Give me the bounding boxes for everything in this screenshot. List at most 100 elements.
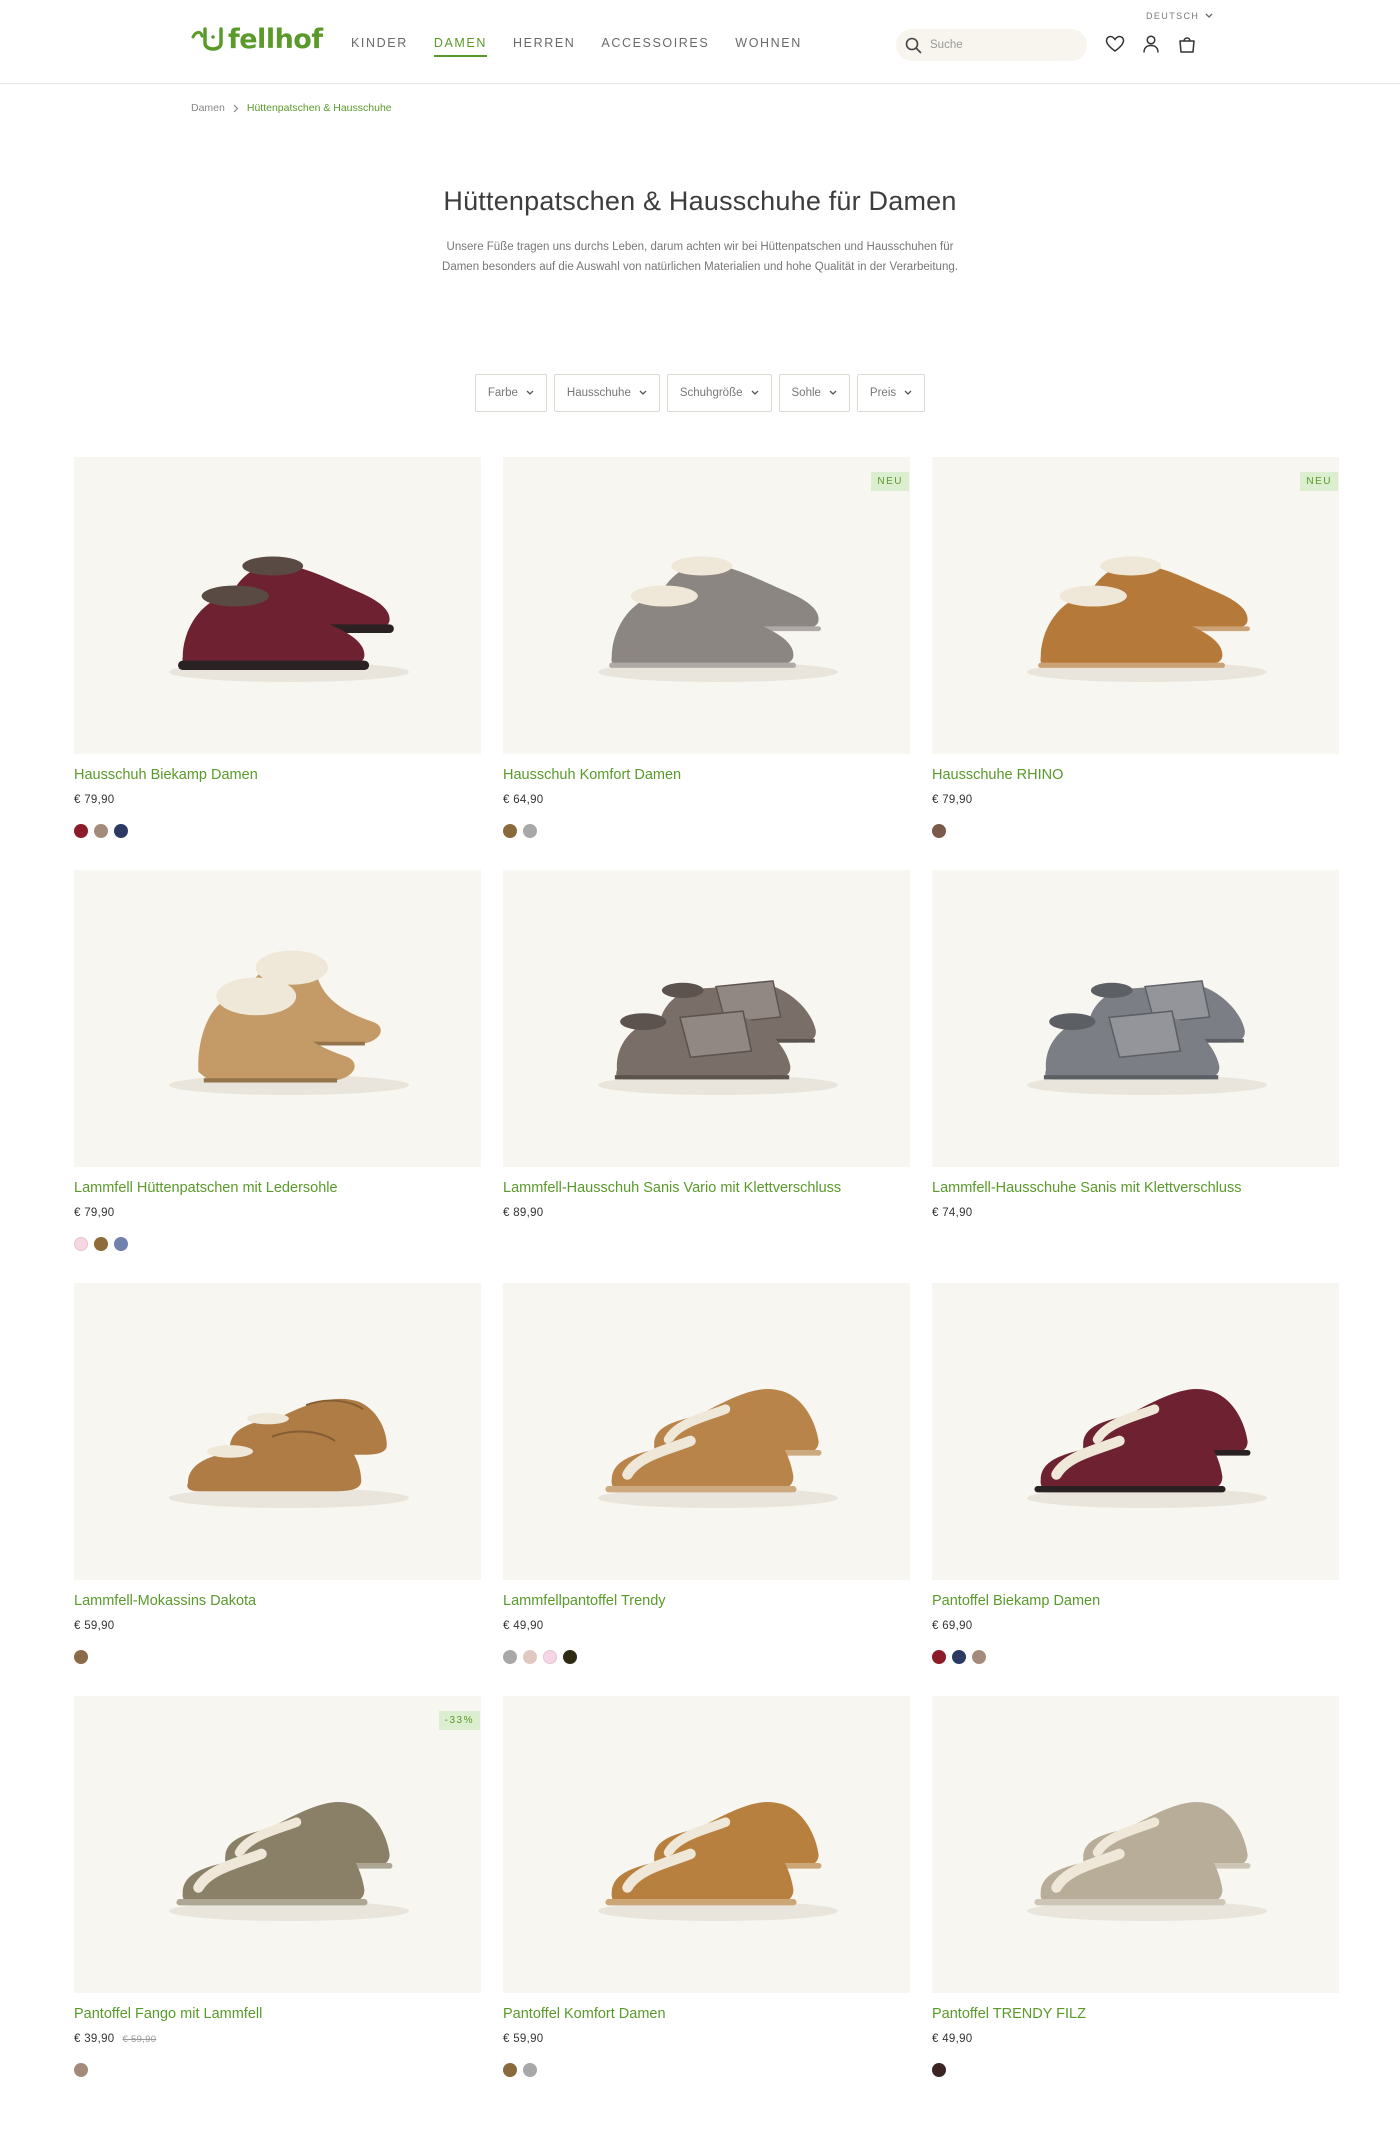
language-label: DEUTSCH bbox=[1146, 11, 1200, 21]
color-swatches bbox=[932, 1650, 986, 1664]
nav-accessoires[interactable]: ACCESSOIRES bbox=[601, 36, 709, 57]
product-card[interactable]: Pantoffel Biekamp Damen € 69,90 bbox=[932, 1283, 1339, 1683]
color-swatch[interactable] bbox=[114, 824, 128, 838]
filter-farbe[interactable]: Farbe bbox=[474, 374, 547, 412]
heart-icon[interactable] bbox=[1105, 34, 1125, 54]
product-name[interactable]: Lammfell-Mokassins Dakota bbox=[74, 1593, 256, 1609]
filter-hausschuhe[interactable]: Hausschuhe bbox=[553, 374, 660, 412]
product-price: € 64,90 bbox=[503, 794, 544, 806]
product-name[interactable]: Lammfell-Hausschuh Sanis Vario mit Klett… bbox=[503, 1180, 841, 1196]
color-swatch[interactable] bbox=[74, 2063, 88, 2077]
color-swatch[interactable] bbox=[503, 824, 517, 838]
search-icon[interactable] bbox=[905, 37, 922, 54]
product-card[interactable]: Pantoffel Komfort Damen € 59,90 bbox=[503, 1696, 910, 2096]
product-image[interactable] bbox=[74, 457, 481, 754]
product-image[interactable] bbox=[932, 1283, 1339, 1580]
product-image[interactable] bbox=[932, 870, 1339, 1167]
product-name[interactable]: Pantoffel Biekamp Damen bbox=[932, 1593, 1100, 1609]
product-image[interactable] bbox=[503, 1283, 910, 1580]
product-name[interactable]: Pantoffel Fango mit Lammfell bbox=[74, 2006, 262, 2022]
color-swatch[interactable] bbox=[523, 1650, 537, 1664]
color-swatches bbox=[932, 824, 946, 838]
product-image[interactable] bbox=[932, 1696, 1339, 1993]
bag-icon[interactable] bbox=[1177, 34, 1197, 54]
shoe-photo bbox=[169, 1801, 409, 1921]
product-card[interactable]: NEU Hausschuhe RHINO € 79,90 bbox=[932, 457, 1339, 857]
chevron-down-icon bbox=[1205, 13, 1213, 18]
color-swatch[interactable] bbox=[543, 1650, 557, 1664]
product-image[interactable]: NEU bbox=[503, 457, 910, 754]
search-input[interactable] bbox=[930, 39, 1070, 51]
shoe-photo bbox=[169, 950, 409, 1095]
product-badge: NEU bbox=[871, 472, 909, 491]
breadcrumb: Damen Hüttenpatschen & Hausschuhe bbox=[191, 102, 392, 114]
product-name[interactable]: Hausschuh Komfort Damen bbox=[503, 767, 681, 783]
color-swatch[interactable] bbox=[932, 1650, 946, 1664]
color-swatches bbox=[932, 2063, 946, 2077]
nav-herren[interactable]: HERREN bbox=[513, 36, 575, 57]
color-swatch[interactable] bbox=[74, 1650, 88, 1664]
color-swatch[interactable] bbox=[932, 2063, 946, 2077]
color-swatch[interactable] bbox=[503, 1650, 517, 1664]
color-swatch[interactable] bbox=[74, 824, 88, 838]
color-swatch[interactable] bbox=[503, 2063, 517, 2077]
product-name[interactable]: Hausschuh Biekamp Damen bbox=[74, 767, 258, 783]
product-price: € 79,90 bbox=[74, 1207, 115, 1219]
product-price-row: € 79,90 bbox=[74, 794, 114, 806]
product-name[interactable]: Pantoffel TRENDY FILZ bbox=[932, 2006, 1086, 2022]
product-name[interactable]: Hausschuhe RHINO bbox=[932, 767, 1063, 783]
breadcrumb-damen[interactable]: Damen bbox=[191, 102, 225, 114]
product-image[interactable] bbox=[503, 870, 910, 1167]
user-icon[interactable] bbox=[1141, 34, 1161, 54]
product-card[interactable]: Lammfell-Mokassins Dakota € 59,90 bbox=[74, 1283, 481, 1683]
logo-text: fellhof bbox=[228, 23, 323, 55]
filter-sohle[interactable]: Sohle bbox=[778, 374, 850, 412]
product-price-row: € 89,90 bbox=[503, 1207, 543, 1219]
logo[interactable]: fellhof bbox=[190, 22, 323, 56]
product-card[interactable]: Hausschuh Biekamp Damen € 79,90 bbox=[74, 457, 481, 857]
color-swatch[interactable] bbox=[563, 1650, 577, 1664]
shoe-photo bbox=[169, 1398, 409, 1508]
nav-damen[interactable]: DAMEN bbox=[433, 36, 487, 57]
nav-wohnen[interactable]: WOHNEN bbox=[735, 36, 802, 57]
product-image[interactable] bbox=[503, 1696, 910, 1993]
product-image[interactable] bbox=[74, 1283, 481, 1580]
product-card[interactable]: -33% Pantoffel Fango mit Lammfell € 39,90 €… bbox=[74, 1696, 481, 2096]
shoe-photo bbox=[169, 556, 409, 682]
color-swatch[interactable] bbox=[523, 824, 537, 838]
product-name[interactable]: Lammfell-Hausschuhe Sanis mit Klettversc… bbox=[932, 1180, 1241, 1196]
product-card[interactable]: Lammfellpantoffel Trendy € 49,90 bbox=[503, 1283, 910, 1683]
color-swatch[interactable] bbox=[114, 1237, 128, 1251]
product-image[interactable]: NEU bbox=[932, 457, 1339, 754]
filter-preis[interactable]: Preis bbox=[856, 374, 926, 412]
product-name[interactable]: Lammfellpantoffel Trendy bbox=[503, 1593, 666, 1609]
nav-kinder[interactable]: KINDER bbox=[351, 36, 408, 57]
color-swatch[interactable] bbox=[94, 1237, 108, 1251]
color-swatch[interactable] bbox=[952, 1650, 966, 1664]
product-badge: NEU bbox=[1300, 472, 1338, 491]
filter-label: Hausschuhe bbox=[566, 387, 631, 399]
shoe-photo bbox=[1027, 1388, 1267, 1508]
product-card[interactable]: Lammfell-Hausschuh Sanis Vario mit Klett… bbox=[503, 870, 910, 1270]
color-swatch[interactable] bbox=[94, 824, 108, 838]
product-card[interactable]: Pantoffel TRENDY FILZ € 49,90 bbox=[932, 1696, 1339, 2096]
product-name[interactable]: Lammfell Hüttenpatschen mit Ledersohle bbox=[74, 1180, 338, 1196]
product-card[interactable]: Lammfell-Hausschuhe Sanis mit Klettversc… bbox=[932, 870, 1339, 1270]
logo-icon bbox=[191, 27, 223, 51]
filter-label: Sohle bbox=[791, 387, 821, 399]
product-image[interactable]: -33% bbox=[74, 1696, 481, 1993]
product-price: € 79,90 bbox=[932, 794, 973, 806]
product-price: € 69,90 bbox=[932, 1620, 973, 1632]
product-name[interactable]: Pantoffel Komfort Damen bbox=[503, 2006, 666, 2022]
color-swatch[interactable] bbox=[972, 1650, 986, 1664]
color-swatch[interactable] bbox=[74, 1237, 88, 1251]
color-swatch[interactable] bbox=[932, 824, 946, 838]
product-image[interactable] bbox=[74, 870, 481, 1167]
language-selector[interactable]: DEUTSCH bbox=[1146, 11, 1213, 21]
filter-schuhgroesse[interactable]: Schuhgröße bbox=[666, 374, 772, 412]
page-title: Hüttenpatschen & Hausschuhe für Damen bbox=[443, 186, 957, 216]
product-card[interactable]: Lammfell Hüttenpatschen mit Ledersohle € … bbox=[74, 870, 481, 1270]
product-card[interactable]: NEU Hausschuh Komfort Damen € 64,90 bbox=[503, 457, 910, 857]
color-swatch[interactable] bbox=[523, 2063, 537, 2077]
product-price: € 79,90 bbox=[74, 794, 115, 806]
